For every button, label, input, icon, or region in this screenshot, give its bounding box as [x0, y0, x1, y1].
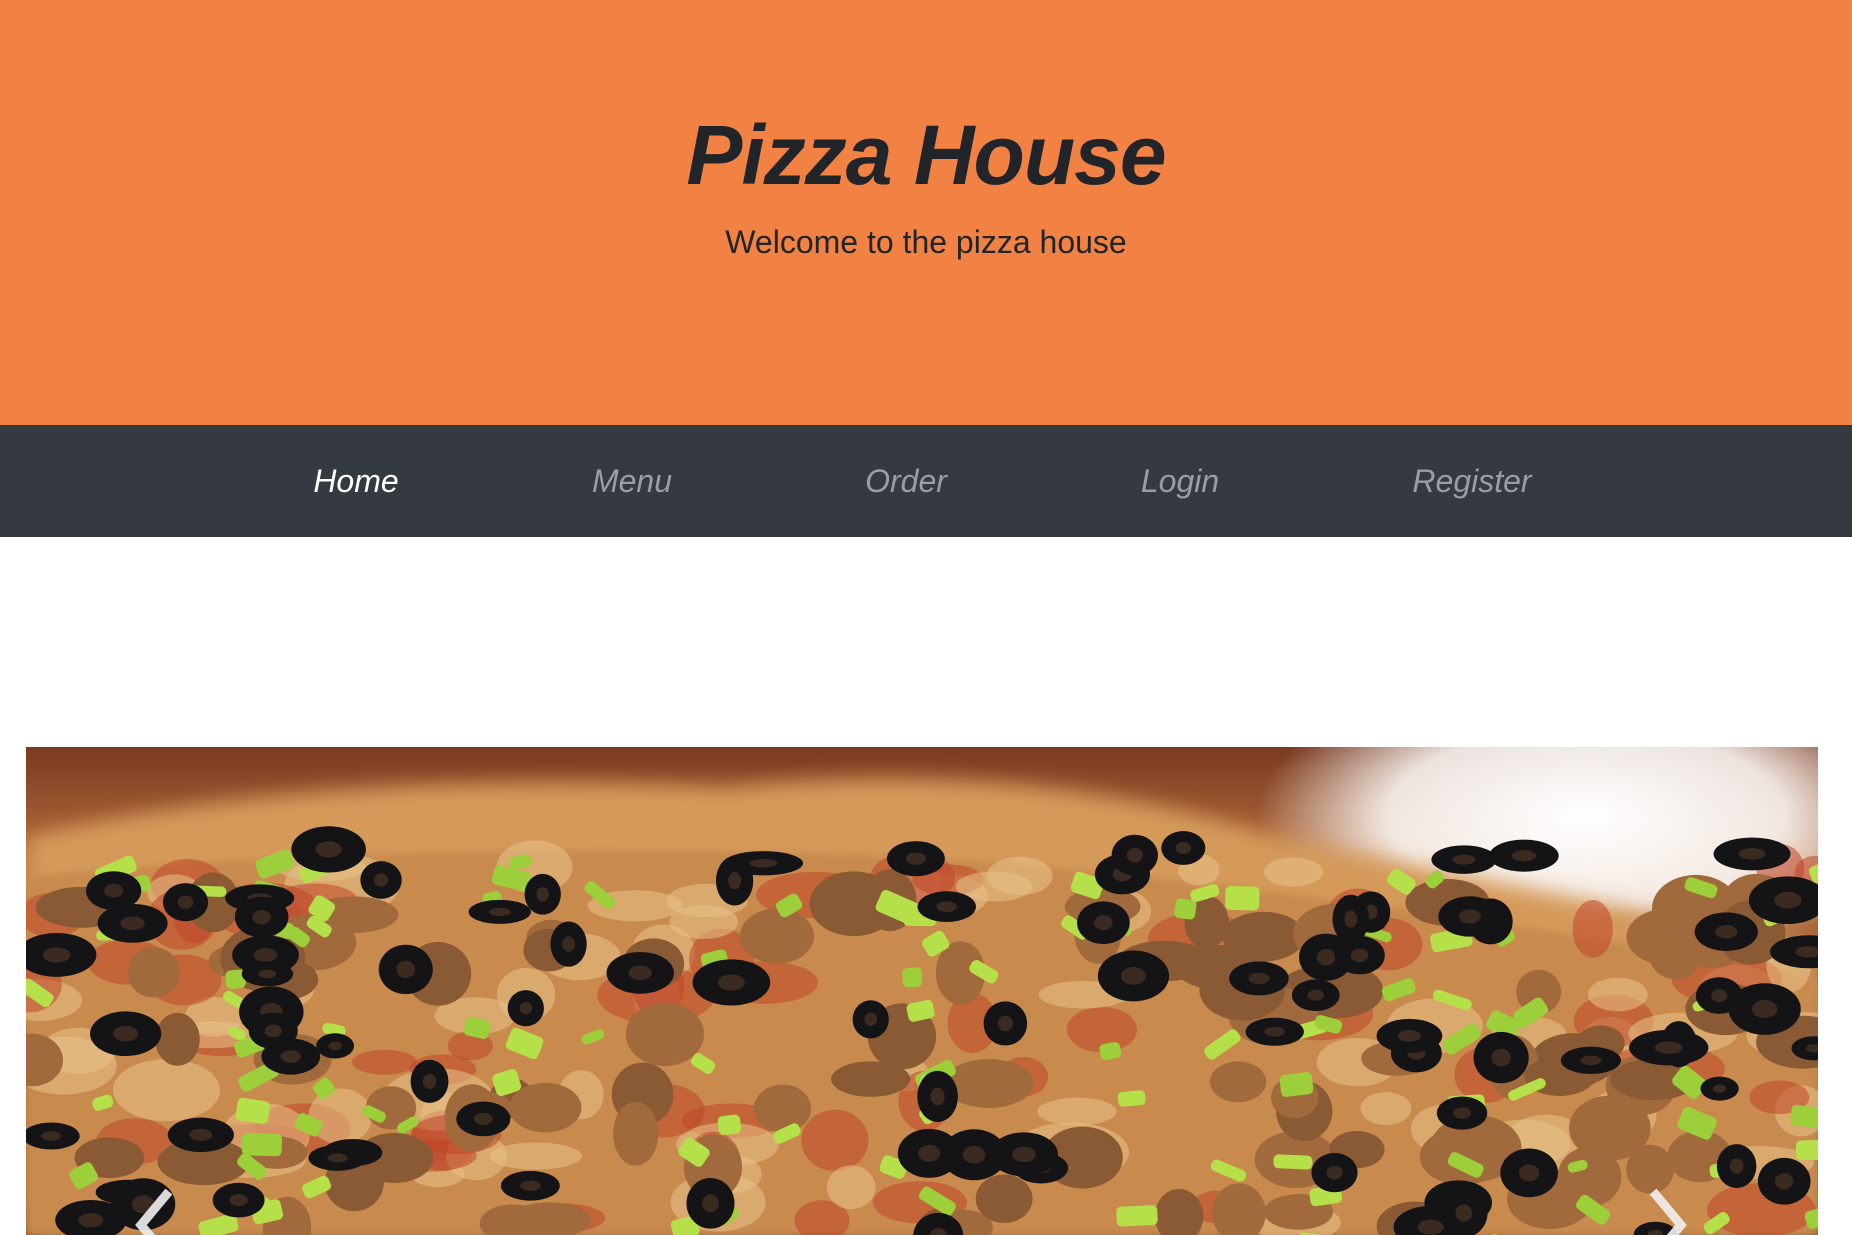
site-title: Pizza House: [686, 108, 1166, 202]
nav-item-order[interactable]: Order: [865, 425, 947, 537]
chevron-left-icon: [135, 1188, 173, 1235]
nav-item-register[interactable]: Register: [1412, 425, 1531, 537]
carousel-prev-button[interactable]: [116, 1185, 196, 1235]
image-carousel: [26, 747, 1818, 1235]
pizza-photo: [26, 747, 1818, 1235]
nav-item-login[interactable]: Login: [1141, 425, 1219, 537]
chevron-right-icon: [1649, 1188, 1687, 1235]
carousel-next-button[interactable]: [1628, 1185, 1708, 1235]
main-navbar: Home Menu Order Login Register: [0, 425, 1852, 537]
hero-banner: Pizza House Welcome to the pizza house: [0, 0, 1852, 425]
nav-item-home[interactable]: Home: [313, 425, 398, 537]
site-tagline: Welcome to the pizza house: [725, 224, 1127, 260]
nav-item-menu[interactable]: Menu: [592, 425, 672, 537]
